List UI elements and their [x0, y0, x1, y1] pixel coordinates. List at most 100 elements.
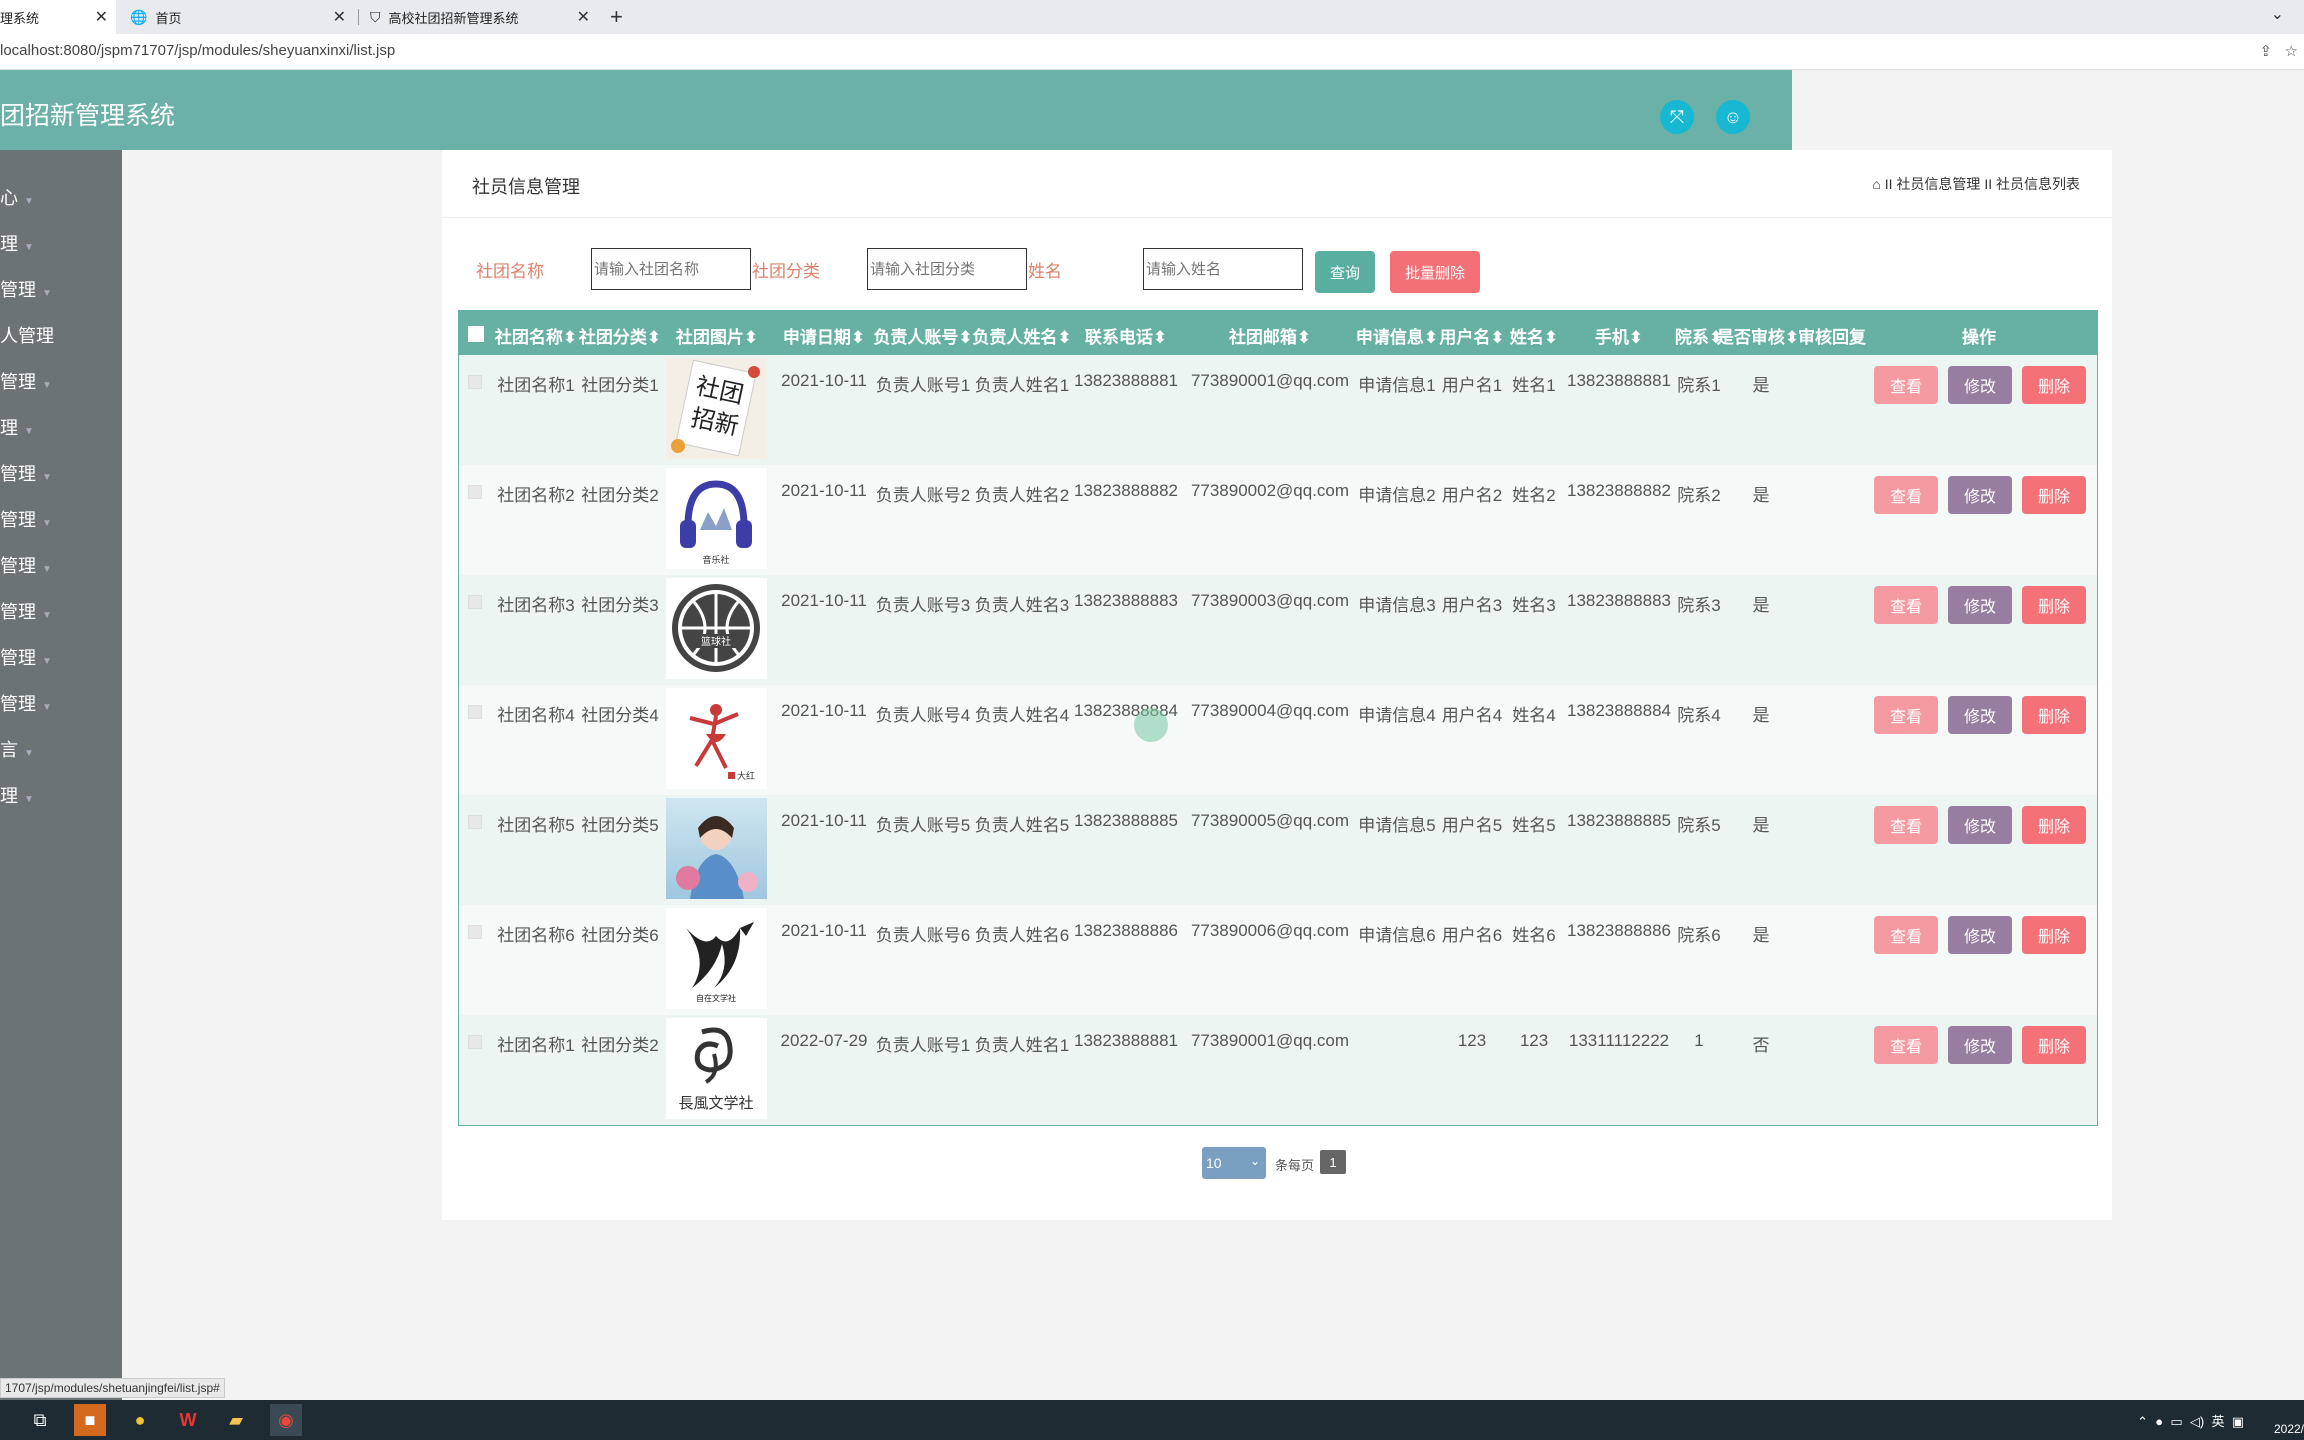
edit-button[interactable]: 修改 — [1948, 476, 2012, 514]
chevron-down-icon[interactable]: ⌄ — [2271, 4, 2284, 24]
sidebar-item[interactable]: 言 ▼ — [0, 736, 34, 762]
browser-tab-system[interactable]: ⛉ 高校社团招新管理系统 ✕ — [362, 0, 598, 34]
select-all-checkbox[interactable] — [468, 326, 484, 342]
intellij-icon[interactable]: ■ — [74, 1404, 106, 1436]
col-header[interactable]: 社团邮箱⬍ — [1229, 323, 1311, 348]
close-icon[interactable]: ✕ — [577, 7, 590, 27]
sidebar-item[interactable]: 管理 ▼ — [0, 460, 52, 486]
col-header[interactable]: 社团名称⬍ — [495, 323, 577, 348]
row-checkbox[interactable] — [468, 705, 482, 719]
delete-button[interactable]: 删除 — [2022, 696, 2086, 734]
view-button[interactable]: 查看 — [1874, 1026, 1938, 1064]
club-name-input[interactable] — [591, 248, 751, 290]
new-tab-button[interactable]: + — [610, 4, 623, 30]
col-header[interactable]: 用户名⬍ — [1439, 323, 1504, 348]
club-type-input[interactable] — [867, 248, 1027, 290]
cell-club-type: 社团分类2 — [581, 1036, 659, 1055]
user-icon[interactable]: ☺ — [1716, 100, 1750, 134]
cell-phone: 13823888882 — [1073, 481, 1179, 500]
cell-leader-account: 负责人账号5 — [875, 816, 971, 835]
close-icon[interactable]: ✕ — [95, 7, 108, 27]
delete-button[interactable]: 删除 — [2022, 476, 2086, 514]
clock[interactable]: 2022/ — [2274, 1422, 2304, 1436]
view-button[interactable]: 查看 — [1874, 696, 1938, 734]
col-header[interactable]: 社团分类⬍ — [579, 323, 661, 348]
cell-club-name: 社团名称1 — [497, 376, 575, 395]
folder-icon[interactable]: ▰ — [220, 1404, 252, 1436]
view-button[interactable]: 查看 — [1874, 916, 1938, 954]
delete-button[interactable]: 删除 — [2022, 916, 2086, 954]
col-header[interactable]: 负责人账号⬍ — [873, 323, 972, 348]
sidebar-item[interactable]: 人管理 — [0, 322, 54, 348]
view-button[interactable]: 查看 — [1874, 476, 1938, 514]
col-header[interactable]: 申请日期⬍ — [783, 323, 865, 348]
sidebar-item[interactable]: 管理 ▼ — [0, 552, 52, 578]
edit-button[interactable]: 修改 — [1948, 806, 2012, 844]
delete-button[interactable]: 删除 — [2022, 806, 2086, 844]
volume-icon[interactable]: ◁) — [2190, 1414, 2204, 1429]
system-tray[interactable]: ⌃ ● ▭ ◁) 英 ▣ — [2137, 1411, 2244, 1430]
chevron-up-icon[interactable]: ⌃ — [2137, 1414, 2148, 1429]
sidebar-item[interactable]: 管理 ▼ — [0, 506, 52, 532]
delete-button[interactable]: 删除 — [2022, 586, 2086, 624]
sidebar-item[interactable]: 管理 ▼ — [0, 690, 52, 716]
row-checkbox[interactable] — [468, 375, 482, 389]
col-header[interactable]: 联系电话⬍ — [1085, 323, 1167, 348]
delete-button[interactable]: 删除 — [2022, 366, 2086, 404]
mic-icon[interactable]: ● — [2155, 1414, 2163, 1429]
row-checkbox[interactable] — [468, 815, 482, 829]
view-button[interactable]: 查看 — [1874, 586, 1938, 624]
wps-icon[interactable]: W — [172, 1404, 204, 1436]
cell-apply-info: 申请信息5 — [1358, 816, 1436, 835]
fullscreen-icon[interactable]: ⤧ — [1660, 100, 1694, 134]
close-icon[interactable]: ✕ — [333, 7, 346, 27]
home-icon[interactable]: ⌂ — [1872, 176, 1880, 192]
page-number-button[interactable]: 1 — [1320, 1150, 1346, 1174]
page-size-select[interactable]: 10 ⌄ — [1202, 1147, 1266, 1179]
edit-button[interactable]: 修改 — [1948, 586, 2012, 624]
network-icon[interactable]: ▭ — [2170, 1414, 2182, 1429]
col-header[interactable]: 负责人姓名⬍ — [972, 323, 1071, 348]
view-button[interactable]: 查看 — [1874, 806, 1938, 844]
duck-icon[interactable]: ● — [124, 1404, 156, 1436]
name-input[interactable] — [1143, 248, 1303, 290]
browser-tab-active[interactable]: 理系统 ✕ — [0, 0, 116, 34]
edit-button[interactable]: 修改 — [1948, 696, 2012, 734]
sidebar-item[interactable]: 管理 ▼ — [0, 598, 52, 624]
col-header[interactable]: 社团图片⬍ — [676, 323, 758, 348]
batch-delete-button[interactable]: 批量删除 — [1390, 251, 1480, 293]
edit-button[interactable]: 修改 — [1948, 366, 2012, 404]
sidebar-item[interactable]: 管理 ▼ — [0, 644, 52, 670]
sidebar-item[interactable]: 管理 ▼ — [0, 276, 52, 302]
sidebar-item[interactable]: 理 ▼ — [0, 230, 34, 256]
edit-button[interactable]: 修改 — [1948, 916, 2012, 954]
ime-indicator[interactable]: 英 — [2211, 1414, 2224, 1429]
col-header[interactable]: 是否审核⬍ — [1717, 323, 1799, 348]
sidebar-item[interactable]: 理 ▼ — [0, 782, 34, 808]
share-icon[interactable]: ⇪ ☆ — [2259, 42, 2298, 60]
url-text[interactable]: localhost:8080/jspm71707/jsp/modules/she… — [0, 42, 395, 59]
delete-button[interactable]: 删除 — [2022, 1026, 2086, 1064]
sidebar-item[interactable]: 理 ▼ — [0, 414, 34, 440]
row-checkbox[interactable] — [468, 925, 482, 939]
row-checkbox[interactable] — [468, 485, 482, 499]
col-header[interactable]: 院系⬍ — [1675, 323, 1723, 348]
caret-icon: ▼ — [42, 702, 52, 713]
col-header[interactable]: 申请信息⬍ — [1356, 323, 1438, 348]
task-view-icon[interactable]: ⧉ — [24, 1404, 56, 1436]
edit-button[interactable]: 修改 — [1948, 1026, 2012, 1064]
breadcrumb-text[interactable]: II 社员信息管理 II 社员信息列表 — [1885, 176, 2080, 192]
sidebar-item[interactable]: 管理 ▼ — [0, 368, 52, 394]
browser-tab-home[interactable]: 🌐 首页 ✕ — [122, 0, 354, 34]
query-button[interactable]: 查询 — [1315, 251, 1375, 293]
chrome-icon[interactable]: ◉ — [270, 1404, 302, 1436]
sidebar-item[interactable]: 心 ▼ — [0, 184, 34, 210]
address-bar[interactable]: localhost:8080/jspm71707/jsp/modules/she… — [0, 34, 2304, 70]
row-checkbox[interactable] — [468, 595, 482, 609]
view-button[interactable]: 查看 — [1874, 366, 1938, 404]
col-header[interactable]: 姓名⬍ — [1510, 323, 1558, 348]
row-checkbox[interactable] — [468, 1035, 482, 1049]
col-header[interactable]: 手机⬍ — [1595, 323, 1643, 348]
notification-icon[interactable]: ▣ — [2232, 1414, 2244, 1429]
cell-email: 773890003@qq.com — [1190, 591, 1350, 610]
